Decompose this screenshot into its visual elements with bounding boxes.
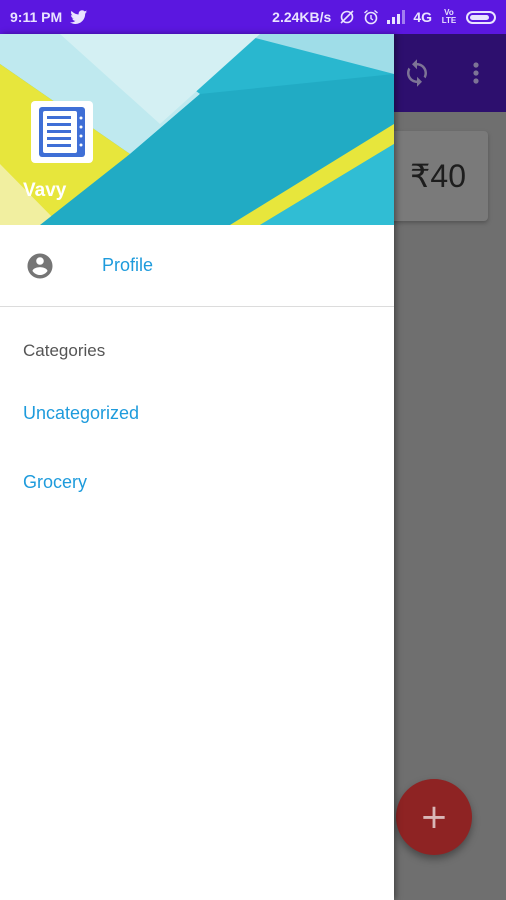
- battery-icon: [466, 10, 496, 24]
- categories-heading: Categories: [23, 341, 106, 360]
- signal-icon: [387, 10, 406, 24]
- more-vert-icon[interactable]: [464, 58, 488, 93]
- add-fab-button[interactable]: +: [396, 779, 472, 855]
- category-grocery[interactable]: Grocery: [0, 424, 394, 493]
- volte-badge: Vo LTE: [441, 8, 457, 25]
- alarm-icon: [363, 9, 379, 25]
- notes-list-icon: [31, 101, 93, 163]
- account-circle-icon: [25, 251, 55, 281]
- category-uncategorized[interactable]: Uncategorized: [0, 361, 394, 424]
- expense-card[interactable]: ₹40: [380, 131, 488, 221]
- sync-off-icon: [339, 9, 355, 25]
- price-value: ₹40: [410, 158, 466, 194]
- network-speed: 2.24KB/s: [272, 9, 332, 25]
- drawer-item-profile[interactable]: Profile: [0, 225, 394, 307]
- plus-icon: +: [419, 797, 449, 837]
- status-time: 9:11 PM: [10, 9, 63, 25]
- network-type: 4G: [413, 9, 432, 25]
- profile-label: Profile: [102, 255, 154, 275]
- status-bar: 9:11 PM 2.24KB/s 4G Vo LTE: [0, 0, 506, 34]
- twitter-icon: [70, 9, 88, 25]
- user-name: Vavy: [23, 180, 67, 201]
- navigation-drawer: Vavy Profile Categories Uncategorized Gr…: [0, 34, 394, 900]
- sync-icon[interactable]: [402, 58, 432, 93]
- drawer-header: Vavy: [0, 34, 394, 225]
